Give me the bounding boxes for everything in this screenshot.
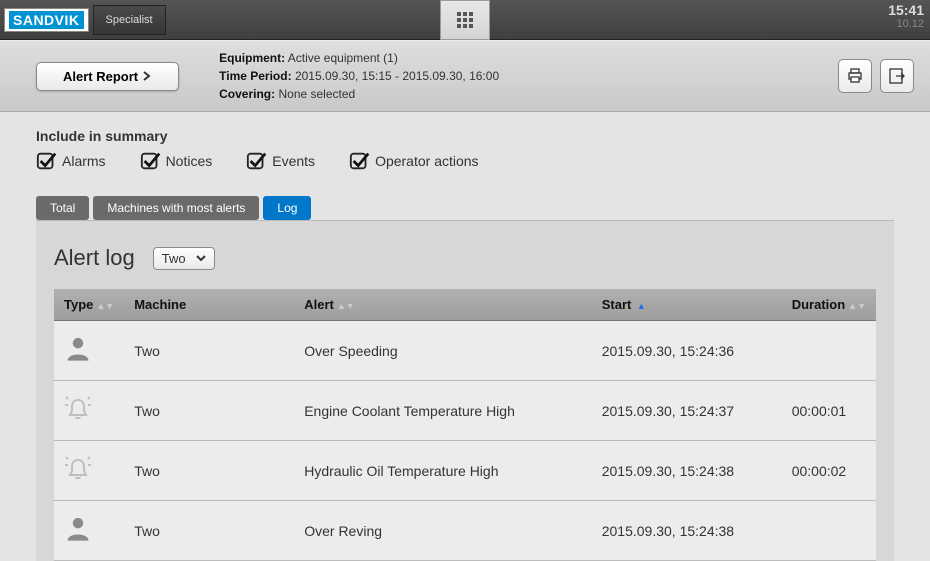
alert-report-label: Alert Report (63, 69, 138, 84)
col-machine-label: Machine (134, 297, 186, 312)
alert-report-button[interactable]: Alert Report (36, 62, 179, 91)
col-type-label: Type (64, 297, 93, 312)
sort-icon: ▲▼ (848, 301, 866, 311)
chevron-right-icon (142, 71, 152, 81)
alarm-bell-icon (64, 395, 92, 423)
check-label: Alarms (62, 153, 106, 169)
checkmark-icon (36, 150, 58, 172)
col-alert[interactable]: Alert▲▼ (294, 289, 592, 321)
role-tab-specialist[interactable]: Specialist (93, 5, 166, 35)
dropdown-value: Two (162, 251, 186, 266)
info-bar: Alert Report Equipment: Active equipment… (0, 40, 930, 112)
cell-start: 2015.09.30, 15:24:38 (592, 501, 782, 561)
summary-check-alarms[interactable]: Alarms (36, 150, 106, 172)
tab-machines-most-alerts[interactable]: Machines with most alerts (93, 196, 259, 220)
tab-log-label: Log (277, 201, 297, 215)
cell-start: 2015.09.30, 15:24:36 (592, 321, 782, 381)
tab-total[interactable]: Total (36, 196, 89, 220)
apps-button[interactable] (440, 0, 490, 40)
print-icon (846, 67, 864, 85)
col-duration-label: Duration (792, 297, 845, 312)
cell-type (54, 441, 124, 501)
cell-start: 2015.09.30, 15:24:37 (592, 381, 782, 441)
person-icon (64, 335, 92, 363)
panel-title: Alert log (54, 245, 135, 271)
checkmark-icon (140, 150, 162, 172)
sort-icon: ▲▼ (337, 301, 355, 311)
print-button[interactable] (838, 59, 872, 93)
cell-alert: Engine Coolant Temperature High (294, 381, 592, 441)
alert-log-table: Type▲▼ Machine Alert▲▼ Start ▲ Duration▲… (54, 289, 876, 561)
chevron-down-icon (196, 253, 206, 263)
machine-dropdown[interactable]: Two (153, 247, 215, 270)
cell-machine: Two (124, 381, 294, 441)
covering-label: Covering: (219, 87, 275, 101)
time-period-label: Time Period: (219, 69, 291, 83)
sort-icon: ▲▼ (96, 301, 114, 311)
table-body: TwoOver Speeding2015.09.30, 15:24:36TwoE… (54, 321, 876, 561)
cell-type (54, 321, 124, 381)
export-button[interactable] (880, 59, 914, 93)
summary-check-events[interactable]: Events (246, 150, 315, 172)
filter-meta: Equipment: Active equipment (1) Time Per… (219, 49, 499, 103)
clock-time: 15:41 (888, 2, 924, 18)
cell-alert: Over Speeding (294, 321, 592, 381)
cell-duration (782, 321, 876, 381)
clock: 15:41 10.12 (888, 2, 924, 30)
tabs-row: Total Machines with most alerts Log (36, 196, 894, 220)
table-row[interactable]: TwoOver Speeding2015.09.30, 15:24:36 (54, 321, 876, 381)
tab-total-label: Total (50, 201, 75, 215)
cell-duration: 00:00:01 (782, 381, 876, 441)
cell-machine: Two (124, 501, 294, 561)
apps-grid-icon (457, 12, 473, 28)
log-panel: Alert log Two Type▲▼ Machine Alert▲▼ Sta… (36, 220, 894, 561)
role-label: Specialist (106, 14, 153, 26)
col-start-label: Start (602, 297, 632, 312)
table-row[interactable]: TwoOver Reving2015.09.30, 15:24:38 (54, 501, 876, 561)
table-row[interactable]: TwoHydraulic Oil Temperature High2015.09… (54, 441, 876, 501)
top-bar: SANDVIK Specialist 15:41 10.12 (0, 0, 930, 40)
covering-value: None selected (278, 87, 355, 101)
check-label: Notices (166, 153, 213, 169)
person-icon (64, 515, 92, 543)
content-area: Include in summary Alarms Notices Events Op… (0, 112, 930, 561)
col-start[interactable]: Start ▲ (592, 289, 782, 321)
cell-alert: Over Reving (294, 501, 592, 561)
cell-type (54, 501, 124, 561)
check-label: Events (272, 153, 315, 169)
summary-check-notices[interactable]: Notices (140, 150, 213, 172)
col-alert-label: Alert (304, 297, 334, 312)
table-row[interactable]: TwoEngine Coolant Temperature High2015.0… (54, 381, 876, 441)
col-machine[interactable]: Machine (124, 289, 294, 321)
brand-text: SANDVIK (9, 11, 84, 29)
col-duration[interactable]: Duration▲▼ (782, 289, 876, 321)
alarm-bell-icon (64, 455, 92, 483)
include-in-summary-title: Include in summary (36, 128, 894, 144)
equipment-label: Equipment: (219, 51, 285, 65)
tab-machines-label: Machines with most alerts (107, 201, 245, 215)
check-label: Operator actions (375, 153, 479, 169)
brand-logo: SANDVIK (4, 8, 89, 32)
summary-check-operator-actions[interactable]: Operator actions (349, 150, 479, 172)
cell-start: 2015.09.30, 15:24:38 (592, 441, 782, 501)
panel-header: Alert log Two (54, 245, 876, 271)
clock-date: 10.12 (888, 18, 924, 30)
tab-log[interactable]: Log (263, 196, 311, 220)
cell-alert: Hydraulic Oil Temperature High (294, 441, 592, 501)
cell-machine: Two (124, 321, 294, 381)
export-icon (888, 67, 906, 85)
time-period-value: 2015.09.30, 15:15 - 2015.09.30, 16:00 (295, 69, 499, 83)
col-type[interactable]: Type▲▼ (54, 289, 124, 321)
checkmark-icon (246, 150, 268, 172)
sort-active-icon: ▲ (634, 301, 645, 311)
summary-checks-row: Alarms Notices Events Operator actions (36, 150, 894, 172)
cell-machine: Two (124, 441, 294, 501)
cell-duration: 00:00:02 (782, 441, 876, 501)
checkmark-icon (349, 150, 371, 172)
cell-duration (782, 501, 876, 561)
cell-type (54, 381, 124, 441)
equipment-value: Active equipment (1) (288, 51, 398, 65)
